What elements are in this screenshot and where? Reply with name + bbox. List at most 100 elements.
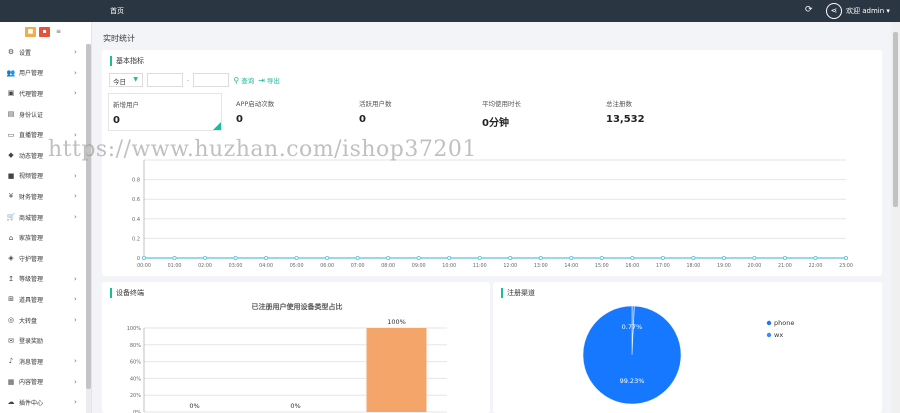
sidebar-item[interactable]: ⊞ 道具管理 › [0, 289, 91, 310]
sidebar-item[interactable]: ↥ 等级管理 › [0, 269, 91, 290]
hourly-line-chart: 0 0.2 0.4 0.6 0.8 00:00 01:00 02:00 03:00 04:00 05… [132, 159, 853, 269]
y-tick-label: 80% [130, 343, 141, 349]
search-icon: ⚲ [233, 75, 240, 85]
legend-label[interactable]: wx [774, 331, 783, 339]
sidebar-item[interactable]: ◎ 大转盘 › [0, 310, 91, 331]
period-select[interactable]: 今日 ▼ [109, 73, 143, 87]
video-icon: ■ [7, 171, 15, 180]
sidebar-item[interactable]: 👥 用户管理 › [0, 63, 91, 84]
sidebar-item[interactable]: ⌂ 家族管理 [0, 227, 91, 248]
data-point [325, 256, 330, 261]
export-label: 导出 [266, 77, 280, 85]
stat-total-registered[interactable]: 总注册数 13,532 [606, 98, 645, 125]
stat-value: 0 [359, 114, 366, 125]
end-date-input[interactable] [193, 73, 230, 87]
chevron-right-icon: › [74, 295, 77, 304]
stat-active-users[interactable]: 活跃用户数 0 [359, 98, 392, 125]
x-tick-label: 16:00 [625, 263, 639, 269]
selected-corner [213, 122, 221, 130]
y-tick-label: 20% [130, 393, 141, 399]
x-tick-label: 20:00 [748, 263, 762, 269]
plugin-icon: ☁ [7, 398, 15, 407]
y-tick-label: 0.2 [132, 236, 140, 242]
list-icon[interactable]: ≡ [53, 27, 64, 37]
basic-indicators-title: 基本指标 [110, 56, 144, 66]
sidebar-item[interactable]: ✉ 登录奖励 [0, 330, 91, 351]
x-tick-label: 21:00 [778, 263, 792, 269]
data-point [386, 256, 391, 261]
page-title: 实时统计 [103, 34, 135, 43]
data-point [416, 256, 421, 261]
y-tick-label: 0.6 [132, 197, 140, 203]
pie-label-wx: 0.77% [622, 323, 643, 331]
stat-avg-duration[interactable]: 平均使用时长 0分钟 [482, 98, 521, 129]
sidebar-item[interactable]: ♪ 消息管理 › [0, 351, 91, 372]
x-tick-label: 13:00 [534, 263, 548, 269]
stat-app-launches[interactable]: APP启动次数 0 [236, 98, 274, 125]
bell-icon: ◆ [8, 151, 14, 160]
bar-value-label: 0% [290, 402, 300, 410]
sidebar-item-label: 消息管理 [19, 358, 44, 366]
query-button[interactable]: ⚲ 查询 [233, 75, 255, 86]
page-scrollbar[interactable] [891, 22, 900, 413]
user-menu[interactable]: 欢迎 admin ▾ [846, 6, 890, 16]
y-tick-label: 40% [130, 376, 141, 382]
start-date-input[interactable] [147, 73, 183, 87]
sidebar-item-label: 内容管理 [19, 379, 44, 387]
x-tick-label: 08:00 [381, 263, 395, 269]
chevron-right-icon: › [74, 192, 77, 201]
sidebar-item[interactable]: ☁ 插件中心 › [0, 392, 91, 413]
tab-home[interactable]: 首页 [110, 6, 124, 16]
sidebar-item[interactable]: ■ 视频管理 › [0, 166, 91, 187]
sidebar-item[interactable]: ▤ 身份认证 [0, 104, 91, 125]
sidebar-item[interactable]: ¥ 财务管理 › [0, 186, 91, 207]
x-tick-label: 06:00 [320, 263, 334, 269]
sidebar-item-label: 守护管理 [19, 255, 44, 263]
sidebar-item[interactable]: 🛒 商城管理 › [0, 207, 91, 228]
close-icon[interactable]: ▪ [39, 27, 50, 37]
sidebar-scrollbar[interactable] [86, 44, 91, 413]
data-point [721, 256, 726, 261]
x-tick-label: 05:00 [290, 263, 304, 269]
device-bar-chart: 已注册用户使用设备类型占比0%20%40%60%80%100%0% 0%100% [127, 302, 447, 413]
x-tick-label: 14:00 [564, 263, 578, 269]
sidebar-item[interactable]: ▦ 内容管理 › [0, 372, 91, 393]
sidebar-item-label: 动态管理 [19, 152, 44, 160]
refresh-icon[interactable]: ⟳ [805, 5, 813, 15]
export-button[interactable]: ⇥ 导出 [258, 75, 280, 86]
pie-slice [582, 305, 682, 405]
stat-label: APP启动次数 [236, 100, 275, 108]
sidebar-item-label: 视频管理 [19, 173, 44, 181]
y-tick-label: 60% [130, 360, 141, 366]
data-point [782, 256, 787, 261]
top-bar: 首页 ⟳ ⋖ 欢迎 admin ▾ [0, 0, 900, 22]
share-icon[interactable]: ⋖ [826, 3, 842, 19]
sidebar-item-label: 直播管理 [19, 132, 44, 140]
data-point [813, 256, 818, 261]
query-label: 查询 [241, 77, 255, 85]
x-tick-label: 18:00 [686, 263, 700, 269]
sidebar-item-label: 登录奖励 [19, 338, 44, 346]
data-point [844, 256, 849, 261]
data-point [294, 256, 299, 261]
sitemap-icon: ⊞ [8, 295, 14, 304]
gift-icon: ✉ [8, 336, 14, 345]
legend-marker [766, 320, 772, 326]
x-tick-label: 07:00 [351, 263, 365, 269]
sidebar: ■ ▪ ≡ ⚙ 设置 › 👥 用户管理 › ▣ 代理管理 › ▤ 身份认证 ▭ 直播管理 › ◆ 动态管理 ■ 视… [0, 22, 92, 413]
sidebar-item[interactable]: ⚙ 设置 › [0, 42, 91, 63]
stat-new-users[interactable]: 新增用户 0 [108, 93, 222, 131]
x-tick-label: 00:00 [137, 263, 151, 269]
fullscreen-icon[interactable]: ■ [25, 27, 36, 37]
legend-label[interactable]: phone [774, 319, 794, 327]
stat-label: 总注册数 [606, 100, 632, 108]
sidebar-item-label: 设置 [19, 49, 32, 57]
sidebar-item-label: 用户管理 [19, 70, 44, 78]
stat-label: 新增用户 [113, 101, 139, 109]
sidebar-item[interactable]: ▣ 代理管理 › [0, 83, 91, 104]
data-point [172, 256, 177, 261]
sidebar-item[interactable]: ◈ 守护管理 [0, 248, 91, 269]
x-tick-label: 15:00 [595, 263, 609, 269]
x-tick-label: 04:00 [259, 263, 273, 269]
watermark: https://www.huzhan.com/ishop37201 [48, 137, 477, 162]
